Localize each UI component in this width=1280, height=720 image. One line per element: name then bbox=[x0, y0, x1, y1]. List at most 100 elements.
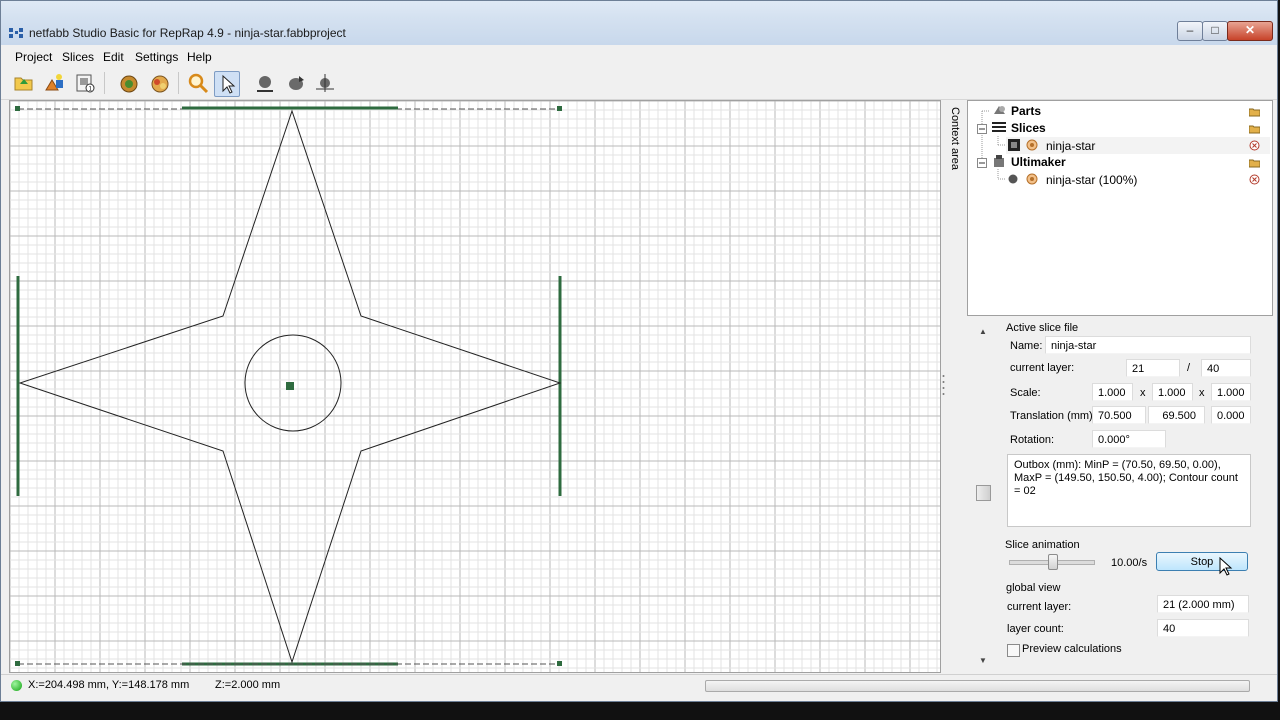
maximize-button[interactable]: □ bbox=[1202, 21, 1228, 41]
tree-label: ninja-star (100%) bbox=[1046, 173, 1138, 187]
menu-help[interactable]: Help bbox=[187, 50, 212, 64]
global-layer-label: current layer: bbox=[1007, 601, 1072, 613]
parts-icon bbox=[994, 106, 1005, 114]
preview-calculations-checkbox[interactable] bbox=[1007, 644, 1020, 657]
slice-canvas[interactable] bbox=[9, 100, 941, 673]
select-cursor-icon[interactable] bbox=[214, 71, 240, 97]
translation-x-field[interactable]: 70.500 bbox=[1092, 406, 1146, 424]
outbox-info: Outbox (mm): MinP = (70.50, 69.50, 0.00)… bbox=[1007, 454, 1251, 527]
minimize-button[interactable]: – bbox=[1177, 21, 1203, 41]
visibility-icon[interactable] bbox=[1026, 173, 1039, 186]
bbox-corner bbox=[557, 106, 562, 111]
slices-icon bbox=[992, 122, 1006, 132]
view-bottom-icon[interactable] bbox=[253, 71, 277, 95]
mouse-cursor-icon bbox=[1219, 557, 1233, 576]
toolbar-separator bbox=[178, 72, 179, 94]
slice-file-icon bbox=[1008, 139, 1020, 151]
app-window: netfabb Studio Basic for RepRap 4.9 - ni… bbox=[0, 0, 1278, 702]
rotation-label: Rotation: bbox=[1010, 434, 1055, 446]
zoom-icon[interactable] bbox=[186, 71, 210, 95]
remove-icon[interactable] bbox=[1249, 140, 1260, 151]
animation-title: Slice animation bbox=[1005, 539, 1080, 551]
toolbar: 1 bbox=[1, 68, 1277, 100]
job-status-icon bbox=[1008, 174, 1018, 184]
toolbar-separator bbox=[104, 72, 105, 94]
open-icon[interactable] bbox=[12, 71, 36, 95]
scale-y-separator: x bbox=[1199, 387, 1205, 399]
global-view-title: global view bbox=[1006, 582, 1061, 594]
close-button[interactable]: ✕ bbox=[1227, 21, 1273, 41]
scale-label: Scale: bbox=[1010, 387, 1041, 399]
stop-button[interactable]: Stop bbox=[1156, 552, 1248, 571]
menu-project[interactable]: Project bbox=[15, 50, 52, 64]
layer-count-label: layer count: bbox=[1007, 623, 1064, 635]
scale-y-field[interactable]: 1.000 bbox=[1152, 383, 1193, 401]
tree-label: Slices bbox=[1011, 121, 1046, 135]
layer-scrollbar[interactable] bbox=[705, 680, 1250, 692]
title-bar: netfabb Studio Basic for RepRap 4.9 - ni… bbox=[1, 1, 1277, 45]
layer-total-field: 40 bbox=[1201, 359, 1251, 377]
analysis-icon[interactable] bbox=[148, 71, 172, 95]
properties-panel: ▲ ▼ Active slice file Name: ninja-star c… bbox=[967, 318, 1271, 670]
scale-x-field[interactable]: 1.000 bbox=[1092, 383, 1133, 401]
preview-calculations-label: Preview calculations bbox=[1022, 643, 1122, 655]
menu-settings[interactable]: Settings bbox=[135, 50, 178, 64]
view-rotate-icon[interactable] bbox=[284, 71, 308, 95]
tree-item-parts[interactable]: Parts bbox=[992, 103, 1270, 120]
project-tree: Parts Slices ninja-star Ultimaker ninja-… bbox=[967, 100, 1273, 316]
splitter-handle[interactable] bbox=[942, 373, 945, 399]
menu-bar: Project Slices Edit Settings Help bbox=[1, 46, 1277, 68]
new-slice-icon[interactable]: 1 bbox=[74, 71, 98, 95]
animation-speed: 10.00/s bbox=[1111, 557, 1148, 569]
scroll-down-icon[interactable]: ▼ bbox=[979, 656, 987, 665]
menu-slices[interactable]: Slices bbox=[62, 50, 94, 64]
tree-item-slices[interactable]: Slices bbox=[992, 120, 1270, 137]
tree-label: ninja-star bbox=[1046, 139, 1096, 153]
status-bar: X:=204.498 mm, Y:=148.178 mm Z:=2.000 mm bbox=[1, 674, 1277, 697]
window-title: netfabb Studio Basic for RepRap 4.9 - ni… bbox=[29, 26, 346, 40]
tree-label: Parts bbox=[1011, 104, 1042, 118]
panel-scrollbar-thumb[interactable] bbox=[976, 485, 991, 501]
rotation-field[interactable]: 0.000° bbox=[1092, 430, 1166, 448]
current-layer-field[interactable]: 21 bbox=[1126, 359, 1180, 377]
add-part-icon[interactable] bbox=[43, 71, 67, 95]
repair-icon[interactable] bbox=[117, 71, 141, 95]
view-axes-icon[interactable] bbox=[313, 71, 337, 95]
bbox-corner bbox=[557, 661, 562, 666]
bbox-corner bbox=[15, 661, 20, 666]
context-area-tab[interactable]: Context area bbox=[945, 105, 963, 175]
cursor-xy-readout: X:=204.498 mm, Y:=148.178 mm bbox=[28, 679, 190, 691]
tree-item-job-ninja-star[interactable]: ninja-star (100%) bbox=[1006, 171, 1270, 188]
context-area-label: Context area bbox=[949, 107, 961, 170]
translation-y-field[interactable]: 69.500 bbox=[1148, 406, 1205, 424]
scale-z-field[interactable]: 1.000 bbox=[1211, 383, 1251, 401]
netfabb-app-icon bbox=[9, 28, 23, 38]
global-layer-field: 21 (2.000 mm) bbox=[1157, 595, 1249, 613]
visibility-icon[interactable] bbox=[1026, 139, 1039, 152]
layer-count-field: 40 bbox=[1157, 619, 1249, 637]
remove-icon[interactable] bbox=[1249, 174, 1260, 185]
name-field[interactable]: ninja-star bbox=[1045, 336, 1251, 354]
tree-label: Ultimaker bbox=[1011, 155, 1066, 169]
open-folder-icon[interactable] bbox=[1249, 157, 1260, 168]
open-folder-icon[interactable] bbox=[1249, 106, 1260, 117]
cursor-z-readout: Z:=2.000 mm bbox=[215, 679, 281, 691]
animation-slider-thumb[interactable] bbox=[1048, 554, 1058, 570]
translation-label: Translation (mm): bbox=[1010, 410, 1096, 422]
scale-x-separator: x bbox=[1140, 387, 1146, 399]
printer-icon bbox=[994, 155, 1004, 167]
slice-drawing bbox=[15, 106, 562, 666]
open-folder-icon[interactable] bbox=[1249, 123, 1260, 134]
translation-z-field[interactable]: 0.000 bbox=[1211, 406, 1251, 424]
scroll-up-icon[interactable]: ▲ bbox=[979, 327, 987, 336]
status-indicator-icon bbox=[11, 680, 22, 691]
name-label: Name: bbox=[1010, 340, 1043, 352]
tree-item-slice-ninja-star[interactable]: ninja-star bbox=[1006, 137, 1270, 154]
tree-item-ultimaker[interactable]: Ultimaker bbox=[992, 154, 1270, 171]
current-layer-label: current layer: bbox=[1010, 362, 1075, 374]
section-title: Active slice file bbox=[1006, 322, 1079, 334]
layer-separator: / bbox=[1187, 362, 1191, 374]
bbox-corner bbox=[15, 106, 20, 111]
menu-edit[interactable]: Edit bbox=[103, 50, 124, 64]
center-marker bbox=[286, 382, 294, 390]
